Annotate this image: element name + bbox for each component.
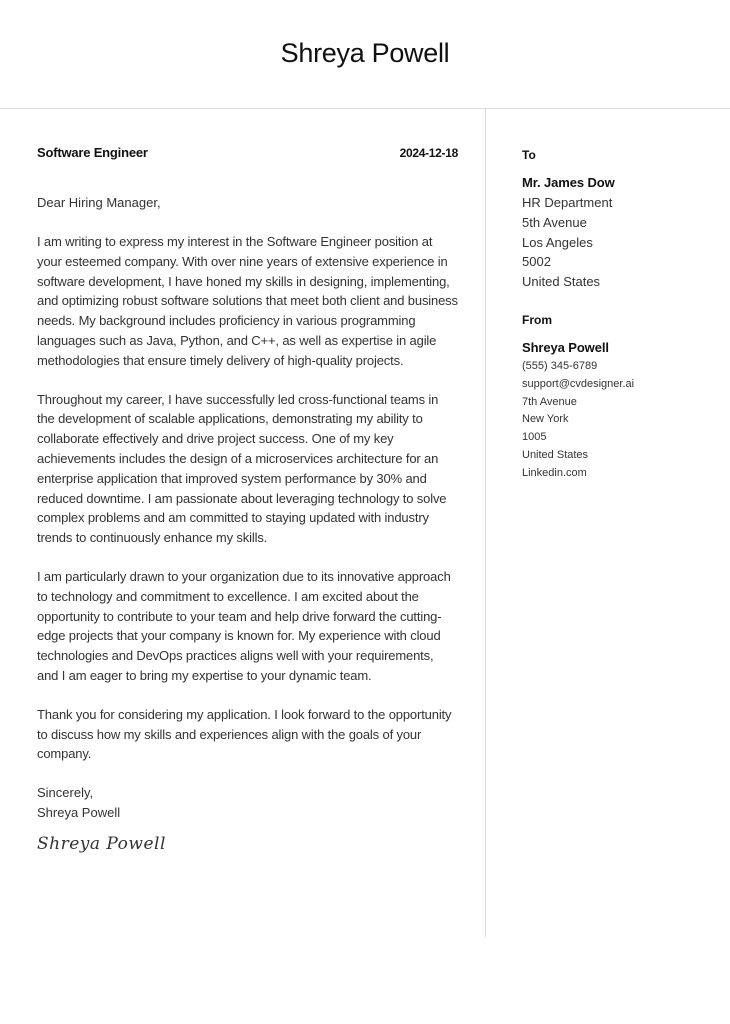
recipient-zip: 5002 (522, 254, 551, 270)
sender-phone: (555) 345-6789 (522, 359, 598, 372)
closing-block: Sincerely, Shreya Powell (37, 783, 458, 823)
recipient-name: Mr. James Dow (522, 175, 615, 190)
letter-body: Software Engineer 2024-12-18 Dear Hiring… (37, 145, 458, 854)
body-paragraph-3: I am particularly drawn to your organiza… (37, 568, 451, 683)
applicant-name-title: Shreya Powell (280, 38, 450, 68)
handwritten-signature: Shreya Powell (37, 834, 166, 855)
recipient-department: HR Department (522, 195, 613, 210)
sender-name: Shreya Powell (522, 339, 609, 355)
letter-header: Shreya Powell (0, 0, 730, 109)
closing-phrase: Sincerely, (37, 785, 94, 801)
letter-date: 2024-12-18 (399, 146, 459, 160)
body-paragraph-4: Thank you for considering my application… (37, 706, 452, 762)
salutation: Dear Hiring Manager, (37, 195, 161, 210)
body-paragraph-2: Throughout my career, I have successfull… (37, 391, 447, 546)
column-divider (485, 109, 486, 937)
sender-zip: 1005 (522, 431, 547, 444)
sender-street: 7th Avenue (522, 395, 577, 408)
closing-name: Shreya Powell (37, 805, 121, 821)
sender-email: support@cvdesigner.ai (522, 377, 635, 390)
header-divider (0, 108, 730, 109)
sender-label: From (522, 312, 552, 327)
recipient-label: To (522, 148, 536, 162)
recipient-street: 5th Avenue (522, 214, 587, 230)
address-sidebar: To Mr. James Dow HR Department 5th Avenu… (522, 145, 722, 483)
sender-city: New York (522, 413, 569, 426)
letter-meta-row: Software Engineer 2024-12-18 (37, 145, 458, 165)
recipient-country: United States (522, 274, 601, 290)
job-title: Software Engineer (37, 145, 148, 160)
body-paragraph-1: I am writing to express my interest in t… (37, 234, 458, 368)
recipient-city: Los Angeles (522, 234, 593, 250)
sender-country: United States (522, 448, 589, 461)
sender-website: Linkedin.com (522, 466, 587, 479)
